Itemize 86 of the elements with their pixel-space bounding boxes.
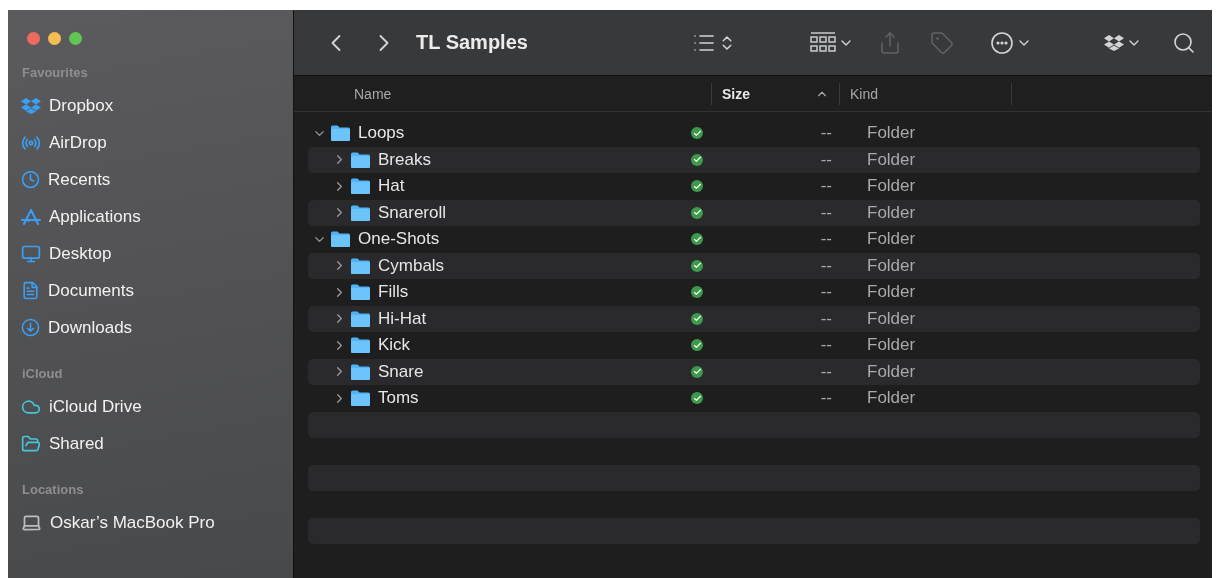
window-control-button[interactable] <box>48 32 61 45</box>
file-size: -- <box>819 229 833 250</box>
file-size: -- <box>819 282 833 303</box>
sidebar-item[interactable]: Documents <box>21 272 293 309</box>
download-icon <box>21 318 40 337</box>
file-name: Breaks <box>378 149 431 170</box>
column-heading[interactable]: Name <box>308 82 711 105</box>
file-row[interactable]: Snare -- Folder <box>308 358 1200 385</box>
sidebar-item[interactable]: AirDrop <box>21 124 293 161</box>
tag-icon <box>930 30 954 55</box>
sidebar-item[interactable]: Oskar’s MacBook Pro <box>21 504 293 541</box>
file-kind: Folder <box>866 361 916 382</box>
sidebar-item[interactable]: Recents <box>21 161 293 198</box>
file-kind: Folder <box>866 308 916 329</box>
file-row[interactable]: Hat -- Folder <box>308 173 1200 200</box>
folder-icon <box>351 284 370 301</box>
grid-icon <box>810 31 836 54</box>
file-row[interactable]: Fills -- Folder <box>308 279 1200 306</box>
folder-icon <box>351 310 370 327</box>
file-row[interactable]: Breaks -- Folder <box>308 146 1200 173</box>
file-name: Hi-Hat <box>378 308 427 329</box>
file-row[interactable]: Cymbals -- Folder <box>308 252 1200 279</box>
file-name: Toms <box>378 388 419 409</box>
file-row[interactable]: Snareroll -- Folder <box>308 199 1200 226</box>
folder-icon <box>351 257 370 274</box>
window-title: TL Samples <box>416 31 528 54</box>
file-size: -- <box>819 388 833 409</box>
folder-icon <box>331 231 350 248</box>
dropbox-icon <box>1104 34 1124 51</box>
folder-icon <box>351 337 370 354</box>
file-kind: Folder <box>866 202 916 223</box>
file-name: Snareroll <box>378 202 447 223</box>
file-row[interactable]: Hi-Hat -- Folder <box>308 305 1200 332</box>
share-icon <box>878 30 902 55</box>
file-size: -- <box>819 202 833 223</box>
dropbox-icon <box>21 97 41 114</box>
file-name: Hat <box>378 176 405 197</box>
sidebar-item[interactable]: Shared <box>21 425 293 462</box>
file-kind: Folder <box>866 335 916 356</box>
file-row[interactable]: One-Shots -- Folder <box>308 226 1200 253</box>
file-kind: Folder <box>866 388 916 409</box>
file-name: Cymbals <box>378 255 445 276</box>
file-size: -- <box>819 149 833 170</box>
file-row[interactable]: Loops -- Folder <box>308 120 1200 147</box>
sidebar-item[interactable]: iCloud Drive <box>21 388 293 425</box>
document-icon <box>21 281 40 300</box>
file-size: -- <box>819 335 833 356</box>
file-kind: Folder <box>866 282 916 303</box>
ellipsis-circle-icon <box>990 30 1014 55</box>
sidebar-item[interactable]: Downloads <box>21 309 293 346</box>
file-kind: Folder <box>866 123 916 144</box>
shared-folder-icon <box>21 433 41 454</box>
folder-icon <box>331 125 350 142</box>
folder-icon <box>351 363 370 380</box>
search-icon <box>1172 30 1196 55</box>
file-kind: Folder <box>866 255 916 276</box>
file-size: -- <box>819 361 833 382</box>
desktop-icon <box>21 243 41 264</box>
file-row[interactable]: Toms -- Folder <box>308 385 1200 412</box>
app-store-icon <box>21 207 41 226</box>
file-name: Kick <box>378 335 411 356</box>
clock-icon <box>21 170 40 189</box>
sidebar-item[interactable]: Desktop <box>21 235 293 272</box>
column-heading[interactable]: Kind <box>839 82 1011 105</box>
column-heading[interactable]: Size <box>711 82 839 105</box>
file-name: Fills <box>378 282 409 303</box>
file-name: Loops <box>358 123 405 144</box>
sidebar-section-title: Locations <box>22 482 85 498</box>
sidebar-item[interactable]: Dropbox <box>21 87 293 124</box>
file-name: Snare <box>378 361 424 382</box>
folder-icon <box>351 151 370 168</box>
sidebar-item[interactable]: Applications <box>21 198 293 235</box>
window-control-button[interactable] <box>69 32 82 45</box>
file-size: -- <box>819 308 833 329</box>
file-kind: Folder <box>866 149 916 170</box>
folder-icon <box>351 204 370 221</box>
file-kind: Folder <box>866 176 916 197</box>
file-size: -- <box>819 255 833 276</box>
file-size: -- <box>819 176 833 197</box>
folder-icon <box>351 178 370 195</box>
file-name: One-Shots <box>358 229 440 250</box>
folder-icon <box>351 390 370 407</box>
file-row[interactable]: Kick -- Folder <box>308 332 1200 359</box>
sidebar-section-title: iCloud <box>22 366 64 382</box>
file-kind: Folder <box>866 229 916 250</box>
file-size: -- <box>819 123 833 144</box>
